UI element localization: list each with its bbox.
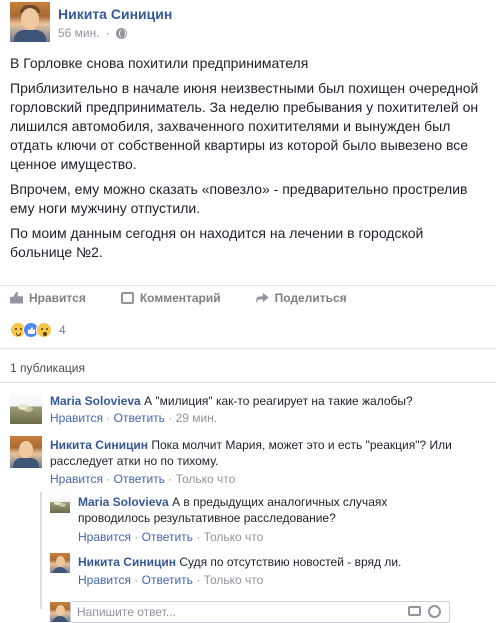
comment-text: А "милиция" как-то реагирует на такие жа…	[144, 394, 413, 408]
reply-like-link[interactable]: Нравится	[78, 530, 131, 544]
reply-actions: Нравится · Ответить · Только что	[78, 530, 264, 544]
author-avatar[interactable]	[10, 2, 50, 42]
emoji-icon[interactable]	[428, 605, 441, 618]
divider	[0, 348, 496, 349]
divider	[0, 382, 496, 383]
reply-composer[interactable]	[70, 601, 450, 623]
comment-reply-link[interactable]: Ответить	[114, 411, 165, 425]
shares-link[interactable]: 1 публикация	[10, 361, 85, 375]
share-label: Поделиться	[274, 290, 347, 305]
share-arrow-icon	[255, 292, 269, 304]
post-timestamp[interactable]: 56 мин.	[58, 26, 100, 40]
post-actions-bar: Нравится Комментарий Поделиться	[0, 285, 496, 309]
post-author-name[interactable]: Никита Синицин	[58, 6, 172, 22]
reply-item: Maria Solovieva А в предыдущих аналогичн…	[50, 493, 486, 549]
thumbs-up-icon	[10, 291, 23, 304]
comment-item: Maria Solovieva А "милиция" как-то реаги…	[10, 392, 486, 430]
post-header: Никита Синицин 56 мин. ·	[10, 2, 480, 46]
replier-avatar[interactable]	[50, 493, 70, 513]
reactions-summary[interactable]: 4	[10, 320, 66, 340]
replier-name[interactable]: Никита Синицин	[78, 555, 176, 569]
post-title: В Горловке снова похитили предпринимател…	[10, 55, 309, 71]
replier-avatar[interactable]	[50, 553, 70, 573]
comment-reply-link[interactable]: Ответить	[114, 472, 165, 486]
share-button[interactable]: Поделиться	[255, 290, 347, 305]
like-label: Нравится	[29, 290, 86, 305]
wow-reaction-icon	[36, 322, 52, 338]
reply-time[interactable]: Только что	[204, 530, 264, 544]
post-meta: 56 мин. ·	[58, 26, 127, 40]
comment-like-link[interactable]: Нравится	[50, 411, 103, 425]
commenter-avatar[interactable]	[10, 436, 42, 468]
reply-time[interactable]: Только что	[204, 573, 264, 587]
facebook-post: Никита Синицин 56 мин. · В Горловке снов…	[0, 0, 496, 623]
comment-like-link[interactable]: Нравится	[50, 472, 103, 486]
comment-time[interactable]: Только что	[176, 472, 236, 486]
like-button[interactable]: Нравится	[10, 291, 86, 305]
replier-name[interactable]: Maria Solovieva	[78, 495, 169, 509]
reply-reply-link[interactable]: Ответить	[142, 573, 193, 587]
reply-input[interactable]	[71, 602, 391, 622]
comment-actions: Нравится · Ответить · 29 мин.	[50, 411, 218, 425]
post-paragraph: Впрочем, ему можно сказать «повезло» - п…	[10, 181, 468, 216]
globe-icon[interactable]	[115, 27, 127, 39]
comment-icon	[120, 291, 134, 304]
comment-time[interactable]: 29 мин.	[176, 411, 218, 425]
reply-item: Никита Синицин Судя по отсутствию новост…	[50, 553, 486, 593]
post-body: В Горловке снова похитили предпринимател…	[10, 54, 488, 268]
comment-actions: Нравится · Ответить · Только что	[50, 472, 236, 486]
commenter-name[interactable]: Никита Синицин	[50, 438, 148, 452]
reactions-count: 4	[59, 323, 66, 337]
commenter-name[interactable]: Maria Solovieva	[50, 394, 141, 408]
reply-reply-link[interactable]: Ответить	[142, 530, 193, 544]
reply-thread-line	[40, 492, 42, 609]
comment-button[interactable]: Комментарий	[120, 290, 221, 305]
composer-avatar	[50, 602, 70, 622]
reply-actions: Нравится · Ответить · Только что	[78, 573, 264, 587]
comment-item: Никита Синицин Пока молчит Мария, может …	[10, 436, 486, 490]
reply-like-link[interactable]: Нравится	[78, 573, 131, 587]
reply-text: Судя по отсутствию новостей - вряд ли.	[179, 555, 402, 569]
commenter-avatar[interactable]	[10, 392, 42, 424]
camera-icon[interactable]	[408, 606, 421, 616]
post-paragraph: Приблизительно в начале июня неизвестным…	[10, 80, 479, 172]
post-paragraph: По моим данным сегодня он находится на л…	[10, 225, 424, 260]
comment-label: Комментарий	[139, 290, 221, 305]
